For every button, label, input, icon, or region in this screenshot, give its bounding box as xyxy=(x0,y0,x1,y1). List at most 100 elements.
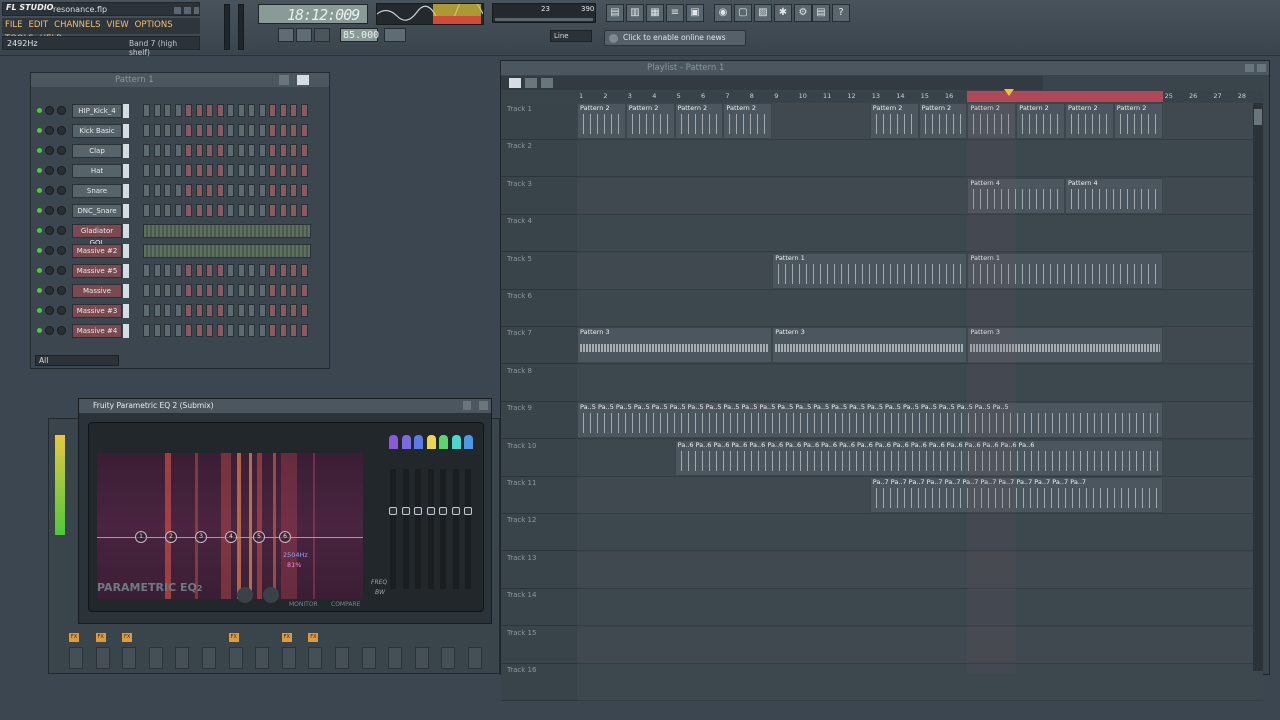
step-button[interactable] xyxy=(206,284,213,297)
step-button[interactable] xyxy=(185,124,192,137)
channel-led[interactable] xyxy=(37,248,42,253)
channel-name-button[interactable]: Kick Basic xyxy=(72,124,122,138)
step-button[interactable] xyxy=(185,184,192,197)
track-lane[interactable] xyxy=(577,215,1263,253)
mixer-insert-strip[interactable] xyxy=(468,647,482,669)
channel-volume-knob[interactable] xyxy=(57,226,66,235)
channel-name-button[interactable]: HIP_Kick_4 xyxy=(72,104,122,118)
step-button[interactable] xyxy=(248,304,255,317)
step-button[interactable] xyxy=(206,264,213,277)
step-button[interactable] xyxy=(185,144,192,157)
channel-name-button[interactable]: Massive #5 xyxy=(72,264,122,278)
channel-volume-knob[interactable] xyxy=(57,166,66,175)
pattern-clip[interactable]: Pattern 4 xyxy=(1065,177,1163,214)
step-button[interactable] xyxy=(290,304,297,317)
step-button[interactable] xyxy=(300,144,308,157)
channel-pan-knob[interactable] xyxy=(45,146,54,155)
step-button[interactable] xyxy=(248,124,255,137)
channel-pan-knob[interactable] xyxy=(45,186,54,195)
pattern-clip[interactable]: Pattern 2 xyxy=(918,103,968,139)
channel-select[interactable] xyxy=(123,104,129,118)
step-button[interactable] xyxy=(248,164,255,177)
step-button[interactable] xyxy=(216,304,224,317)
graph-editor-icon[interactable] xyxy=(279,75,289,85)
master-pitch-slider[interactable] xyxy=(238,4,244,50)
browser-icon[interactable]: ▣ xyxy=(686,4,704,22)
step-button[interactable] xyxy=(174,104,182,117)
track-header[interactable]: Track 14 xyxy=(501,589,577,627)
track-header[interactable]: Track 4 xyxy=(501,215,577,253)
step-button[interactable] xyxy=(300,264,308,277)
step-button[interactable] xyxy=(195,324,203,337)
channel-name-button[interactable]: Snare xyxy=(72,184,122,198)
channel-rack-icon[interactable]: ▦ xyxy=(646,4,664,22)
step-button[interactable] xyxy=(227,204,234,217)
channel-pan-knob[interactable] xyxy=(45,106,54,115)
step-button[interactable] xyxy=(269,304,276,317)
step-button[interactable] xyxy=(174,124,182,137)
step-button[interactable] xyxy=(143,144,150,157)
step-button[interactable] xyxy=(227,184,234,197)
step-button[interactable] xyxy=(227,144,234,157)
step-button[interactable] xyxy=(143,104,150,117)
step-button[interactable] xyxy=(195,204,203,217)
channel-name-button[interactable]: Clap xyxy=(72,144,122,158)
step-button[interactable] xyxy=(216,284,224,297)
record-button[interactable] xyxy=(314,28,330,42)
step-button[interactable] xyxy=(258,264,266,277)
draw-tool-icon[interactable] xyxy=(525,78,537,88)
step-button[interactable] xyxy=(206,144,213,157)
playhead-marker[interactable] xyxy=(1004,89,1014,96)
step-button[interactable] xyxy=(290,124,297,137)
track-lane[interactable] xyxy=(577,664,1263,701)
playlist-titlebar[interactable]: Playlist - Pattern 1 xyxy=(501,61,1269,75)
mixer-fx-indicator[interactable]: FX xyxy=(308,633,319,642)
step-button[interactable] xyxy=(164,204,171,217)
mixer-insert-strip[interactable] xyxy=(69,647,83,669)
step-button[interactable] xyxy=(143,164,150,177)
step-button[interactable] xyxy=(258,324,266,337)
step-button[interactable] xyxy=(185,264,192,277)
step-button[interactable] xyxy=(195,184,203,197)
channel-name-button[interactable]: Gladiator GOL xyxy=(72,224,122,247)
step-button[interactable] xyxy=(216,144,224,157)
eq-band-selector[interactable] xyxy=(439,435,448,449)
step-button[interactable] xyxy=(237,264,245,277)
step-button[interactable] xyxy=(153,264,161,277)
eq-band-fader-handle[interactable] xyxy=(426,507,435,515)
channel-select[interactable] xyxy=(123,204,129,218)
step-button[interactable] xyxy=(195,304,203,317)
channel-led[interactable] xyxy=(37,168,42,173)
eq-band-node[interactable]: 2 xyxy=(165,531,177,543)
step-button[interactable] xyxy=(174,284,182,297)
pattern-selector[interactable] xyxy=(384,28,406,42)
track-header[interactable]: Track 7 xyxy=(501,327,577,365)
master-volume-slider[interactable] xyxy=(224,4,230,50)
eq-band-fader-handle[interactable] xyxy=(464,507,472,515)
step-button[interactable] xyxy=(185,204,192,217)
eq-band-node[interactable]: 3 xyxy=(195,531,207,543)
track-header[interactable]: Track 13 xyxy=(501,551,577,589)
step-button[interactable] xyxy=(258,164,266,177)
pattern-clip[interactable]: Pattern 2 xyxy=(674,103,724,139)
step-button[interactable] xyxy=(206,184,213,197)
playlist-close-button[interactable] xyxy=(1257,64,1266,72)
eq-titlebar[interactable]: Fruity Parametric EQ 2 (Submix) xyxy=(79,399,491,413)
channel-select[interactable] xyxy=(123,184,129,198)
stop-button[interactable] xyxy=(296,28,312,42)
track-lane[interactable] xyxy=(577,626,1263,664)
eq-band-fader-handle[interactable] xyxy=(439,507,447,515)
loop-region[interactable] xyxy=(967,91,1163,102)
step-button[interactable] xyxy=(279,264,287,277)
channel-name-button[interactable]: Massive #2 xyxy=(72,244,122,258)
mixer-insert-strip[interactable] xyxy=(388,647,403,669)
step-button[interactable] xyxy=(258,284,266,297)
channel-select[interactable] xyxy=(123,164,129,178)
step-button[interactable] xyxy=(279,324,287,337)
step-button[interactable] xyxy=(279,304,287,317)
channel-pan-knob[interactable] xyxy=(45,166,54,175)
step-button[interactable] xyxy=(248,144,255,157)
step-button[interactable] xyxy=(185,324,192,337)
step-button[interactable] xyxy=(153,164,161,177)
step-button[interactable] xyxy=(237,164,245,177)
